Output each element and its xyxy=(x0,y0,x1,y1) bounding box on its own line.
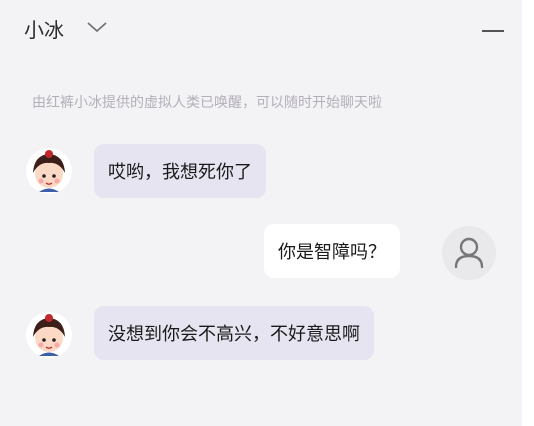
bot-avatar[interactable] xyxy=(26,148,72,194)
chevron-down-icon[interactable] xyxy=(86,20,108,34)
user-avatar[interactable] xyxy=(442,226,496,280)
scrollbar[interactable] xyxy=(522,0,534,426)
bot-avatar-icon xyxy=(26,312,72,358)
bot-avatar[interactable] xyxy=(26,312,72,358)
bot-avatar-icon xyxy=(26,148,72,194)
minimize-icon[interactable] xyxy=(482,30,504,32)
message-bubble-user: 你是智障吗？ xyxy=(264,224,400,278)
chat-title: 小冰 xyxy=(24,18,64,42)
message-bubble-bot: 哎哟，我想死你了 xyxy=(94,144,266,198)
chat-header: 小冰 xyxy=(0,0,534,62)
system-notice: 由红裤小冰提供的虚拟人类已唤醒，可以随时开始聊天啦 xyxy=(32,95,382,111)
user-silhouette-icon xyxy=(454,237,484,269)
message-bubble-bot: 没想到你会不高兴，不好意思啊 xyxy=(94,306,374,360)
